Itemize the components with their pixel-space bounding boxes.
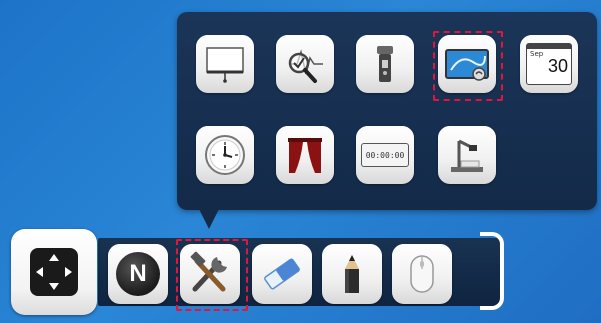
calendar-icon: Sep 30 (526, 43, 572, 85)
magnifier-signal-icon (288, 49, 323, 83)
pencil-icon (345, 255, 359, 293)
note-n-icon: N (116, 252, 160, 296)
document-camera-button[interactable] (438, 126, 496, 184)
calendar-month: Sep (530, 50, 544, 58)
calendar-day: 30 (547, 56, 568, 76)
timer-display-text: 00:00:00 (365, 150, 405, 160)
mouse-icon (410, 255, 434, 293)
curtain-button[interactable] (276, 126, 334, 184)
selection-highlight (176, 239, 248, 311)
whiteboard-button[interactable] (196, 35, 254, 93)
signal-analysis-button[interactable] (276, 35, 334, 93)
flashlight-icon (377, 46, 393, 82)
eraser-button[interactable] (252, 244, 312, 304)
pencil-button[interactable] (322, 244, 382, 304)
clock-icon (205, 135, 245, 175)
curtain-icon (288, 138, 322, 173)
move-toolbar-button[interactable] (11, 229, 97, 315)
whiteboard-icon (206, 47, 244, 83)
calendar-button[interactable]: Sep 30 (520, 35, 578, 93)
move-arrows-icon (30, 248, 78, 296)
document-camera-icon (451, 139, 483, 172)
toolbar-end-bracket[interactable] (480, 232, 504, 310)
popup-pointer (199, 209, 219, 229)
timer-button[interactable]: 00:00:00 (356, 126, 414, 184)
clock-button[interactable] (196, 126, 254, 184)
mouse-button[interactable] (392, 244, 452, 304)
note-letter: N (129, 260, 147, 287)
flashlight-button[interactable] (356, 35, 414, 93)
note-button[interactable]: N (108, 244, 168, 304)
eraser-icon (264, 258, 300, 290)
timer-display-icon: 00:00:00 (361, 143, 409, 167)
selection-highlight (433, 31, 503, 101)
